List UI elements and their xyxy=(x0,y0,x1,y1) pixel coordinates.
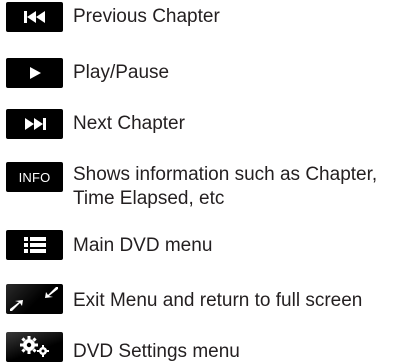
label-line: Main DVD menu xyxy=(73,235,213,256)
info-icon: INFO xyxy=(6,162,63,192)
play-pause-icon xyxy=(6,58,63,88)
info-icon-text: INFO xyxy=(18,169,51,185)
exit-fullscreen-icon xyxy=(6,284,63,314)
settings-gears-icon xyxy=(6,332,63,362)
legend-label-settings: DVD Settings menu xyxy=(73,340,240,364)
legend-label-info: Shows information such as Chapter, Time … xyxy=(73,163,377,211)
previous-chapter-icon xyxy=(6,2,63,32)
legend-label-next-chapter: Next Chapter xyxy=(73,112,185,136)
legend-label-play-pause: Play/Pause xyxy=(73,61,169,85)
label-line: DVD Settings menu xyxy=(73,341,240,362)
label-line: Shows information such as Chapter, xyxy=(73,164,378,185)
legend-label-exit-fullscreen: Exit Menu and return to full screen xyxy=(73,289,362,313)
label-line: Play/Pause xyxy=(73,62,170,83)
label-line: Time Elapsed, etc xyxy=(73,188,225,209)
label-line: Next Chapter xyxy=(73,113,185,134)
main-menu-icon xyxy=(6,230,63,260)
next-chapter-icon xyxy=(6,109,63,139)
label-line: Exit Menu and return to full screen xyxy=(73,290,363,311)
label-line: Previous Chapter xyxy=(73,6,220,27)
legend-label-previous-chapter: Previous Chapter xyxy=(73,5,220,29)
legend-label-main-menu: Main DVD menu xyxy=(73,234,212,258)
